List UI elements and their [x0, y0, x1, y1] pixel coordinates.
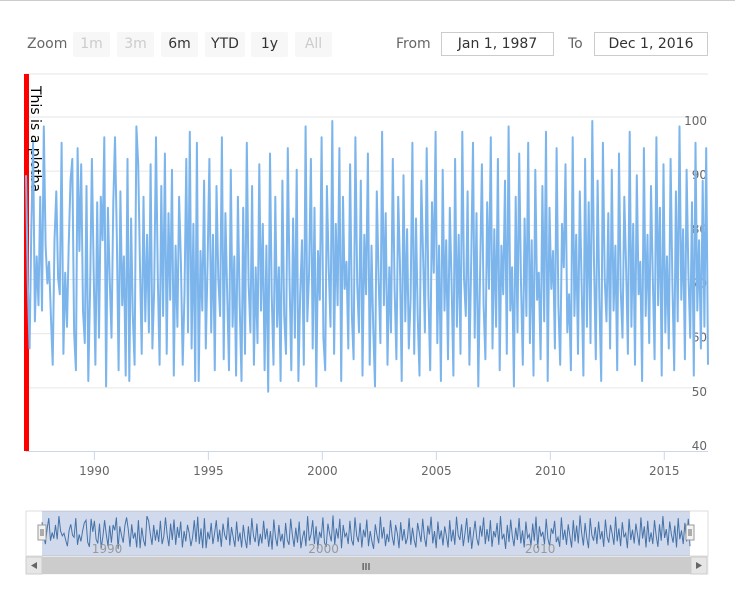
- navigator-tick-label-2010: 2010: [525, 542, 556, 556]
- x-axis: 1990 1995 2000 2005 2010 2015: [26, 451, 708, 478]
- x-tick-label-2005: 2005: [421, 464, 452, 478]
- x-tick-label-2000: 2000: [307, 464, 338, 478]
- x-tick-label-2010: 2010: [535, 464, 566, 478]
- y-tick-label-90: 90: [692, 168, 707, 182]
- x-tick-label-1995: 1995: [193, 464, 224, 478]
- scrollbar-right-button[interactable]: [690, 556, 708, 575]
- navigator-tick-label-2000: 2000: [308, 542, 339, 556]
- scrollbar-grip: III: [362, 562, 371, 573]
- plot-band-label: This is a plotba: [27, 85, 43, 192]
- scrollbar-left-button[interactable]: [25, 556, 43, 575]
- navigator-handle-left[interactable]: [37, 524, 47, 541]
- price-series: [25, 120, 709, 393]
- navigator-tick-label-1990: 1990: [92, 542, 123, 556]
- stock-chart: 405060708090100 1990 1995 2000 2005 2010 2015…: [24, 73, 709, 575]
- x-tick-label-2015: 2015: [649, 464, 680, 478]
- series-line[interactable]: [25, 120, 709, 393]
- navigator: 1990 2000 2010: [25, 510, 709, 557]
- navigator-handle-right[interactable]: [685, 524, 695, 541]
- x-tick-label-1990: 1990: [79, 464, 110, 478]
- scrollbar: III: [25, 556, 709, 575]
- y-tick-label-50: 50: [692, 385, 707, 399]
- y-tick-label-100: 100: [684, 114, 707, 128]
- y-tick-label-40: 40: [692, 439, 707, 453]
